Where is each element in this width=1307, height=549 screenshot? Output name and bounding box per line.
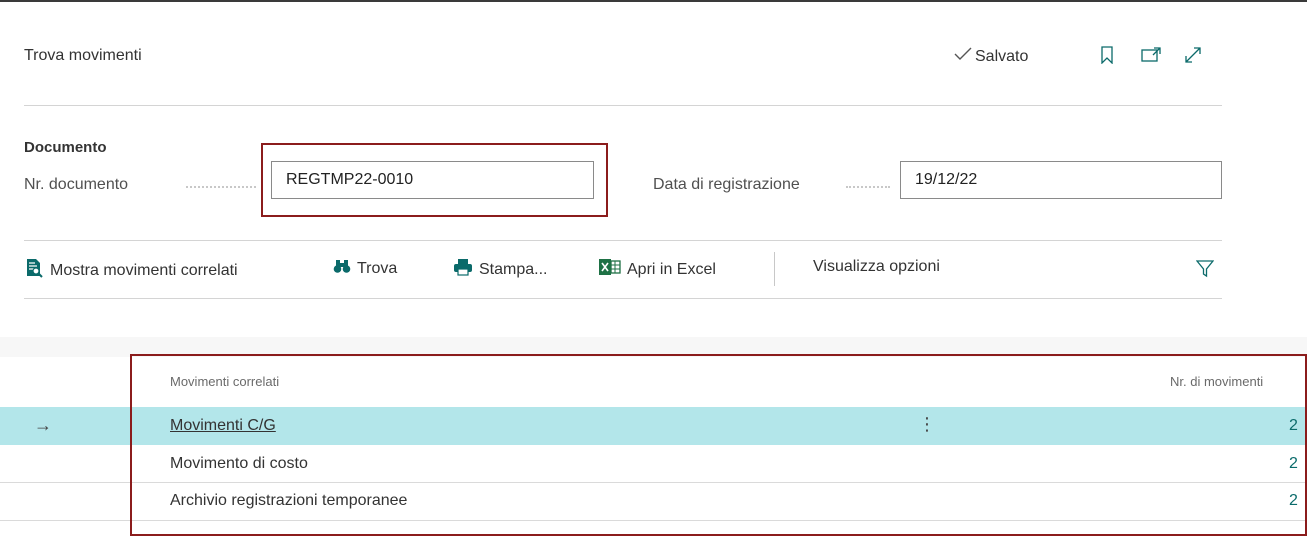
excel-icon [599, 258, 621, 281]
view-options-label: Visualizza opzioni [813, 258, 940, 275]
open-in-excel-label: Apri in Excel [627, 260, 716, 278]
top-border [0, 0, 1307, 2]
posting-date-input[interactable]: 19/12/22 [900, 161, 1222, 199]
expand-icon[interactable] [1182, 44, 1204, 66]
document-search-icon [24, 258, 44, 283]
fields-divider [24, 240, 1222, 241]
doc-no-label: Nr. documento [24, 176, 129, 193]
find-label: Trova [357, 259, 398, 277]
view-options-button[interactable]: Visualizza opzioni [813, 258, 940, 276]
toolbar-divider-line [24, 298, 1222, 299]
print-label: Stampa... [479, 260, 548, 278]
printer-icon [453, 258, 473, 281]
header-divider [24, 105, 1222, 106]
document-group-title: Documento [24, 139, 107, 156]
filter-icon [1195, 260, 1215, 283]
table-highlight [130, 354, 1307, 536]
posting-date-label: Data di registrazione [653, 176, 800, 193]
binoculars-icon [333, 258, 351, 279]
bookmark-icon[interactable] [1096, 44, 1118, 66]
toolbar-divider [774, 252, 775, 286]
page-title: Trova movimenti [24, 47, 142, 64]
doc-no-leader-dots [186, 186, 256, 190]
print-button[interactable]: Stampa... [453, 258, 547, 281]
arrow-right-icon: → [34, 415, 52, 435]
checkmark-icon [954, 47, 972, 66]
filter-button[interactable] [1195, 260, 1215, 283]
show-related-entries-button[interactable]: Mostra movimenti correlati [24, 258, 238, 283]
find-button[interactable]: Trova [333, 258, 397, 279]
open-in-excel-button[interactable]: Apri in Excel [599, 258, 716, 281]
doc-no-input[interactable]: REGTMP22-0010 [271, 161, 594, 199]
saved-status: Salvato [954, 47, 1028, 66]
posting-date-leader-dots [846, 186, 890, 190]
saved-label: Salvato [975, 47, 1029, 65]
show-related-entries-label: Mostra movimenti correlati [50, 261, 238, 279]
open-new-window-icon[interactable] [1140, 44, 1162, 66]
